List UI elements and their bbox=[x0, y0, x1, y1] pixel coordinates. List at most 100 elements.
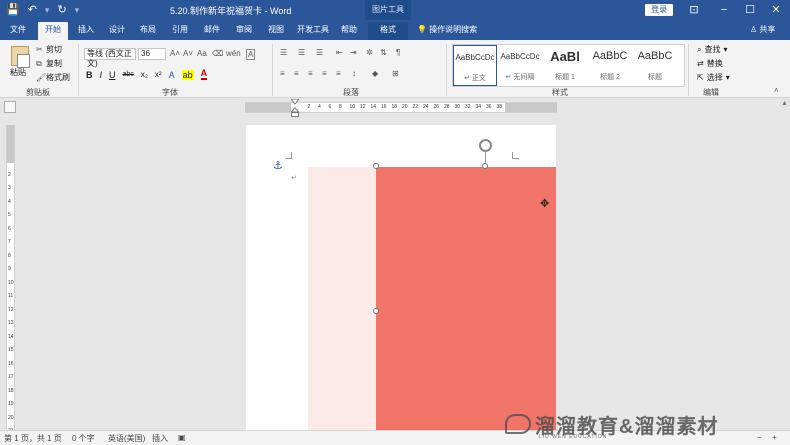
title-bar: 💾 ↶ ▾ ↻ ▾ 5.20.制作新年祝福贺卡 - Word 图片工具 登录 ⊡… bbox=[0, 0, 790, 20]
resize-handle[interactable] bbox=[482, 163, 488, 169]
tell-me-search[interactable]: 💡 操作说明搜索 bbox=[417, 24, 477, 35]
brand-logo-icon bbox=[505, 414, 531, 434]
vertical-scrollbar[interactable]: ▲ bbox=[780, 98, 790, 430]
ruler-tick-label: 26 bbox=[433, 104, 440, 110]
select-button[interactable]: ⇱ 选择 ▾ bbox=[697, 72, 730, 83]
tab-home[interactable]: 开始 bbox=[38, 22, 68, 40]
maximize-button[interactable]: ☐ bbox=[742, 2, 758, 18]
pale-pink-rectangle[interactable] bbox=[308, 167, 376, 430]
paste-button-label[interactable]: 粘贴 bbox=[10, 67, 26, 78]
chevron-down-icon: ▾ bbox=[725, 73, 730, 82]
bullets-icon[interactable]: ☰ bbox=[280, 48, 287, 57]
change-case-icon[interactable]: Aa bbox=[197, 49, 207, 58]
tab-file[interactable]: 文件 bbox=[6, 22, 30, 40]
decrease-indent-icon[interactable]: ⇤ bbox=[336, 48, 343, 57]
document-title: 5.20.制作新年祝福贺卡 - Word bbox=[170, 6, 292, 16]
style-normal[interactable]: AaBbCcDc ↵ 正文 bbox=[453, 45, 497, 86]
format-painter-button[interactable]: 🖌 格式刷 bbox=[36, 72, 70, 83]
line-spacing-icon[interactable]: ↕ bbox=[352, 69, 356, 78]
subscript-button[interactable]: x₂ bbox=[141, 70, 148, 79]
login-button[interactable]: 登录 bbox=[645, 4, 673, 16]
resize-handle[interactable] bbox=[373, 308, 379, 314]
quick-access-toolbar: 💾 ↶ ▾ ↻ ▾ bbox=[6, 3, 79, 17]
clear-formatting-icon[interactable]: ⌫ bbox=[212, 49, 223, 58]
language-indicator[interactable]: 英语(美国) bbox=[108, 433, 145, 444]
tab-developer[interactable]: 开发工具 bbox=[294, 22, 332, 40]
font-name-select[interactable]: 等线 (西文正文) bbox=[84, 48, 136, 68]
tab-mailings[interactable]: 邮件 bbox=[198, 22, 226, 40]
font-size-select[interactable]: 36 bbox=[138, 48, 166, 60]
align-right-icon[interactable]: ≡ bbox=[308, 69, 313, 78]
tab-design[interactable]: 设计 bbox=[104, 22, 130, 40]
find-button[interactable]: ⌕ 查找 ▾ bbox=[697, 44, 728, 55]
character-border-icon[interactable]: A bbox=[246, 49, 256, 60]
superscript-button[interactable]: x² bbox=[155, 70, 162, 79]
close-button[interactable]: ✕ bbox=[768, 2, 784, 18]
borders-icon[interactable]: ⊞ bbox=[392, 69, 399, 78]
customize-qat-icon[interactable]: ▾ bbox=[75, 3, 80, 17]
resize-handle[interactable] bbox=[373, 163, 379, 169]
italic-button[interactable]: I bbox=[100, 70, 103, 80]
grow-font-icon[interactable]: A˄ bbox=[170, 49, 180, 58]
undo-icon[interactable]: ↶ bbox=[28, 3, 37, 17]
scroll-up-icon[interactable]: ▲ bbox=[781, 100, 788, 107]
justify-icon[interactable]: ≡ bbox=[322, 69, 327, 78]
tab-view[interactable]: 视图 bbox=[262, 22, 290, 40]
undo-dropdown-icon[interactable]: ▾ bbox=[45, 3, 50, 17]
align-center-icon[interactable]: ≡ bbox=[294, 69, 299, 78]
redo-icon[interactable]: ↻ bbox=[57, 3, 66, 17]
macro-record-icon[interactable]: ▣ bbox=[178, 433, 186, 442]
word-count[interactable]: 0 个字 bbox=[72, 433, 95, 444]
tab-help[interactable]: 帮助 bbox=[336, 22, 362, 40]
save-icon[interactable]: 💾 bbox=[6, 3, 20, 17]
increase-indent-icon[interactable]: ⇥ bbox=[350, 48, 357, 57]
show-marks-icon[interactable]: ¶ bbox=[396, 48, 400, 57]
red-rectangle[interactable] bbox=[376, 167, 556, 430]
text-effects-button[interactable]: A bbox=[169, 70, 175, 80]
ruler-tick-label: 9 bbox=[8, 266, 11, 272]
numbering-icon[interactable]: ☰ bbox=[298, 48, 305, 57]
tab-format[interactable]: 格式 bbox=[368, 22, 408, 40]
ruler-tick-label: 30 bbox=[454, 104, 461, 110]
ruler-tick-label: 3 bbox=[8, 185, 11, 191]
zoom-out-icon[interactable]: − bbox=[757, 433, 762, 442]
chinese-layout-icon[interactable]: ✲ bbox=[366, 48, 373, 57]
style-heading-1[interactable]: AaBl 标题 1 bbox=[543, 45, 587, 86]
style-heading-2[interactable]: AaBbC 标题 2 bbox=[588, 45, 632, 86]
tab-review[interactable]: 审阅 bbox=[230, 22, 258, 40]
tab-selector[interactable] bbox=[4, 101, 16, 113]
strikethrough-button[interactable]: abc bbox=[123, 71, 134, 78]
align-left-icon[interactable]: ≡ bbox=[280, 69, 285, 78]
zoom-in-icon[interactable]: + bbox=[772, 433, 777, 442]
rotate-handle-icon[interactable] bbox=[479, 139, 492, 152]
sort-icon[interactable]: ⇅ bbox=[380, 48, 387, 57]
font-color-button[interactable]: A bbox=[200, 69, 208, 80]
cut-button[interactable]: ✂ 剪切 bbox=[36, 44, 62, 55]
paste-icon[interactable] bbox=[11, 46, 30, 68]
underline-button[interactable]: U bbox=[109, 70, 116, 80]
ribbon-display-options-icon[interactable]: ⊡ bbox=[686, 2, 702, 18]
style-no-spacing[interactable]: AaBbCcDc ↵ 无间隔 bbox=[498, 45, 542, 86]
ruler-tick-label: 32 bbox=[465, 104, 471, 110]
insert-mode[interactable]: 插入 bbox=[152, 433, 168, 444]
shrink-font-icon[interactable]: A˅ bbox=[183, 49, 193, 58]
vertical-ruler[interactable]: 12123456789101112131415161718192021 bbox=[6, 125, 15, 435]
shading-icon[interactable]: ◆ bbox=[372, 69, 378, 78]
tab-layout[interactable]: 布局 bbox=[134, 22, 162, 40]
collapse-ribbon-icon[interactable]: ˄ bbox=[774, 86, 779, 95]
indent-marker[interactable] bbox=[288, 98, 301, 117]
phonetic-guide-icon[interactable]: wén bbox=[226, 49, 241, 58]
style-title[interactable]: AaBbC 标题 bbox=[633, 45, 677, 86]
highlight-button[interactable]: ab bbox=[181, 69, 194, 80]
page-count[interactable]: 第 1 页，共 1 页 bbox=[4, 433, 62, 444]
copy-button[interactable]: ⧉ 复制 bbox=[36, 58, 62, 69]
share-button[interactable]: ♙ 共享 bbox=[750, 24, 775, 35]
minimize-button[interactable]: − bbox=[716, 2, 732, 18]
replace-button[interactable]: ⇄ 替换 bbox=[697, 58, 723, 69]
tab-insert[interactable]: 插入 bbox=[72, 22, 100, 40]
distributed-icon[interactable]: ≡ bbox=[336, 69, 341, 78]
multilevel-list-icon[interactable]: ☰ bbox=[316, 48, 323, 57]
bold-button[interactable]: B bbox=[86, 70, 93, 80]
ruler-tick-label: 6 bbox=[8, 225, 11, 232]
tab-references[interactable]: 引用 bbox=[166, 22, 194, 40]
